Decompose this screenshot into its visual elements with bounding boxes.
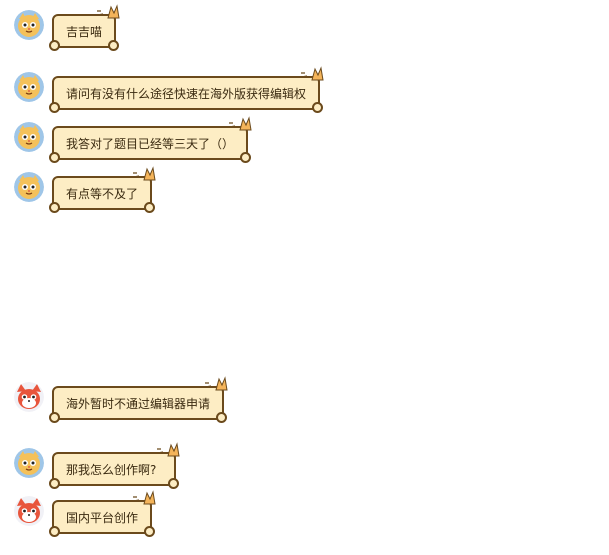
message-bubble: 有点等不及了	[49, 166, 156, 213]
cat-ears-decoration-icon	[133, 490, 156, 505]
message-text: 国内平台创作	[66, 510, 139, 525]
message-text: 吉吉喵	[66, 24, 103, 39]
cat-face-avatar-icon[interactable]	[14, 122, 44, 152]
message-bubble: 吉吉喵	[49, 4, 120, 51]
fox-face-avatar-icon[interactable]	[14, 382, 44, 412]
message-bubble: 那我怎么创作啊?	[49, 442, 180, 489]
message-text: 那我怎么创作啊?	[66, 462, 157, 477]
message-bubble: 请问有没有什么途径快速在海外版获得编辑权	[49, 66, 324, 113]
cat-ears-decoration-icon	[157, 442, 180, 457]
cat-face-avatar-icon[interactable]	[14, 72, 44, 102]
cat-ears-decoration-icon	[97, 4, 120, 19]
message-bubble: 国内平台创作	[49, 490, 156, 537]
cat-ears-decoration-icon	[205, 376, 228, 391]
message-text: 我答对了题目已经等三天了（）	[66, 136, 235, 151]
cat-face-avatar-icon[interactable]	[14, 10, 44, 40]
cat-face-avatar-icon[interactable]	[14, 172, 44, 202]
cat-face-avatar-icon[interactable]	[14, 448, 44, 478]
message-bubble: 海外暂时不通过编辑器申请	[49, 376, 228, 423]
message-bubble: 我答对了题目已经等三天了（）	[49, 116, 252, 163]
message-text: 海外暂时不通过编辑器申请	[66, 396, 211, 411]
cat-ears-decoration-icon	[229, 116, 252, 131]
message-text: 有点等不及了	[66, 186, 139, 201]
fox-face-avatar-icon[interactable]	[14, 496, 44, 526]
cat-ears-decoration-icon	[133, 166, 156, 181]
cat-ears-decoration-icon	[301, 66, 324, 81]
message-text: 请问有没有什么途径快速在海外版获得编辑权	[66, 86, 307, 101]
